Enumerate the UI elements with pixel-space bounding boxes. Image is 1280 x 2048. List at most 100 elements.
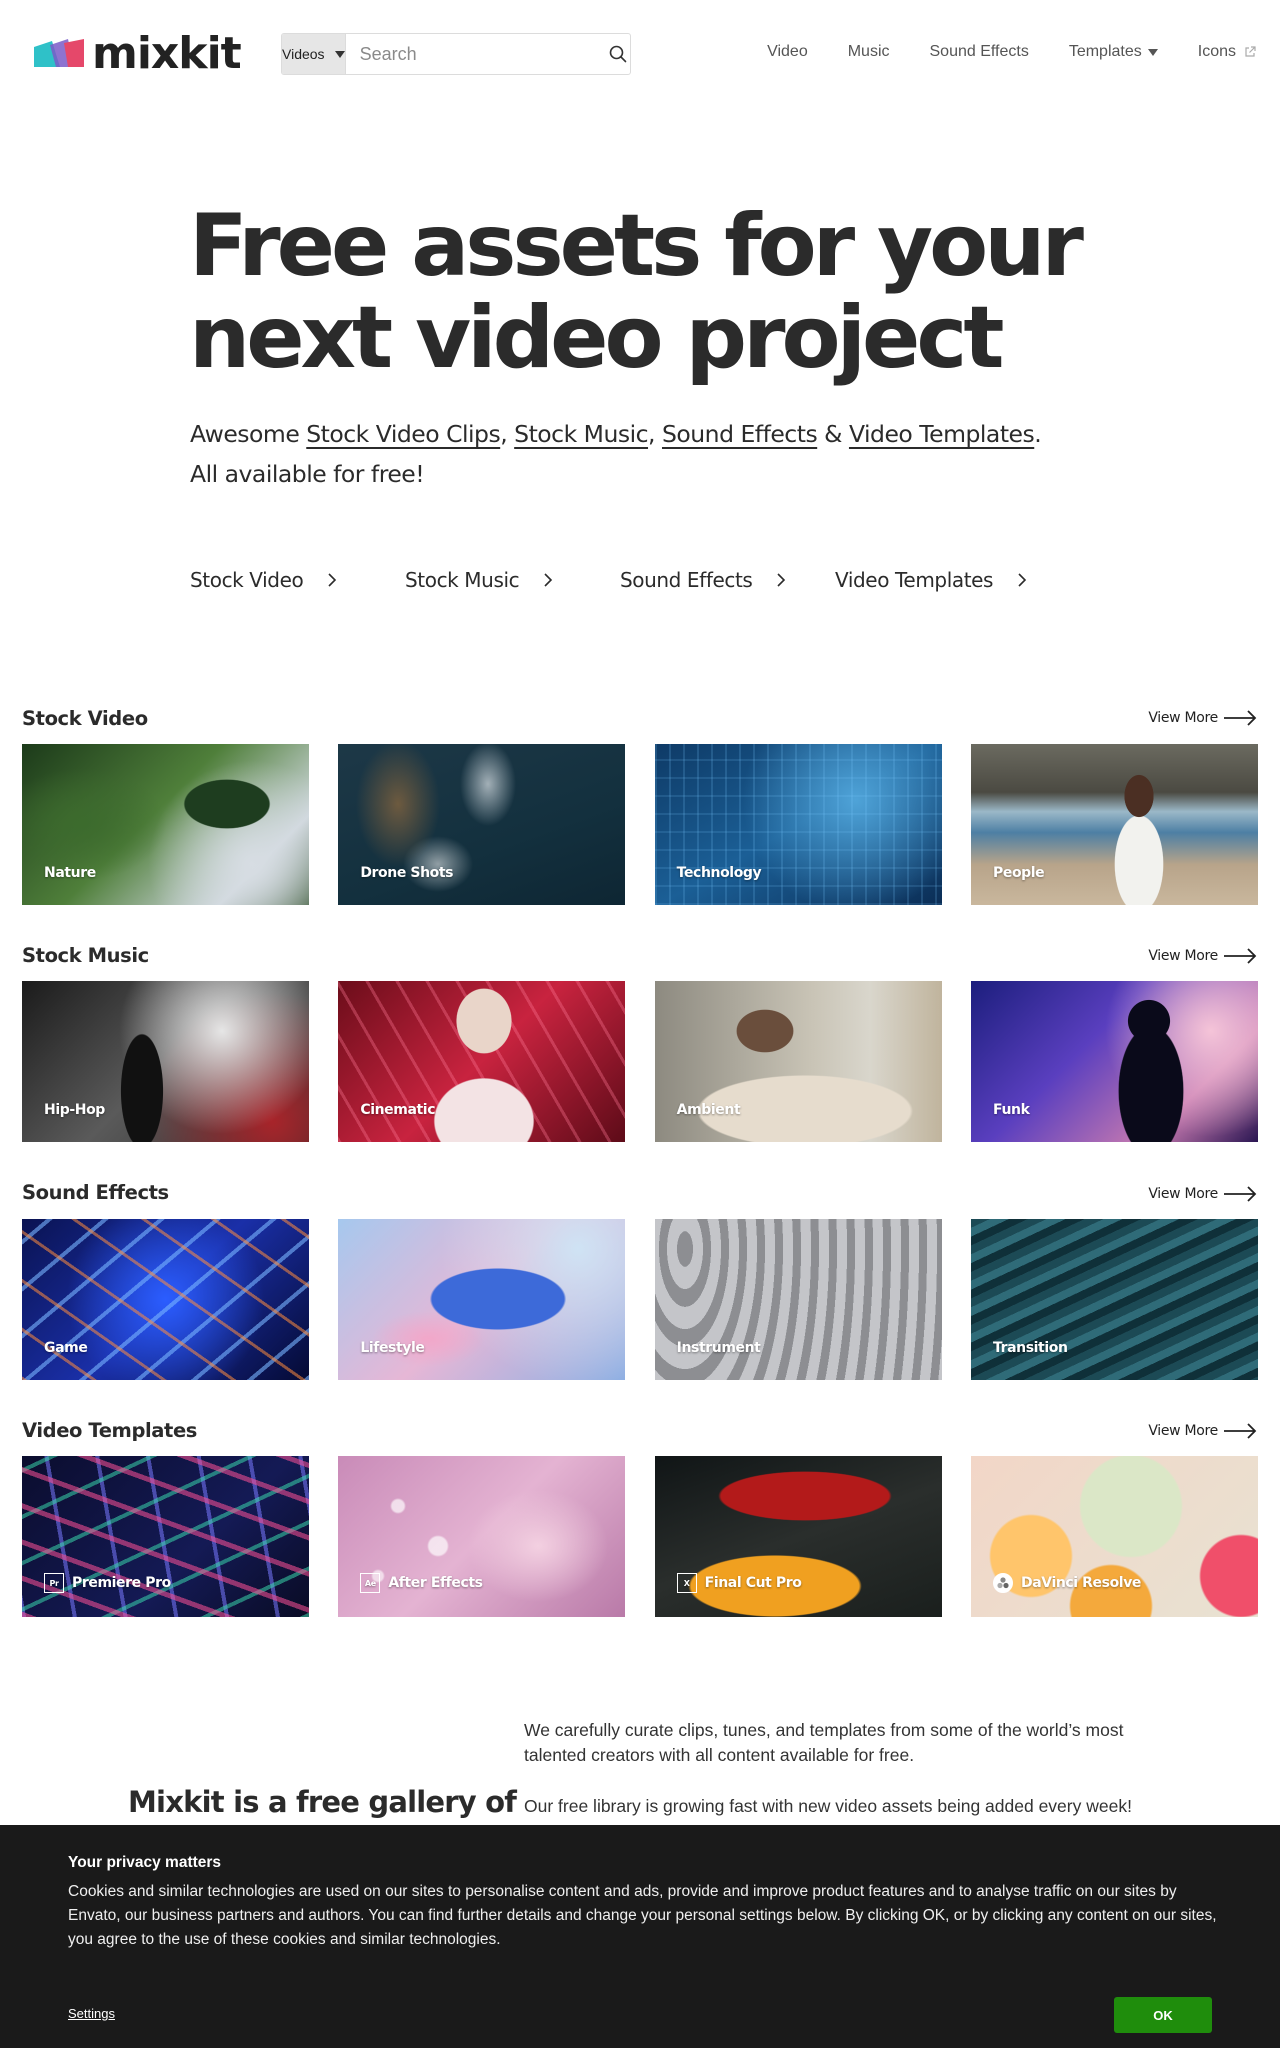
card-row-video-templates: Pr Premiere Pro Ae After Effects X Final… — [22, 1456, 1258, 1617]
nav-item-video[interactable]: Video — [767, 43, 808, 61]
category-card-nature[interactable]: Nature — [22, 744, 309, 905]
quicklink-stock-video[interactable]: Stock Video — [190, 568, 405, 592]
category-card-technology[interactable]: Technology — [654, 744, 942, 905]
nav-item-templates[interactable]: Templates — [1069, 43, 1158, 61]
hero-sub-prefix: Awesome — [190, 420, 307, 448]
quicklink-label: Stock Video — [190, 568, 304, 592]
hero-link-stock-music[interactable]: Stock Music — [514, 420, 648, 448]
nav-item-music[interactable]: Music — [848, 43, 890, 61]
quicklink-stock-music[interactable]: Stock Music — [405, 568, 620, 592]
about-heading: Mixkit is a free gallery of — [128, 1785, 517, 1819]
card-label: Drone Shots — [360, 865, 454, 881]
nav-item-sound-effects[interactable]: Sound Effects — [930, 43, 1029, 61]
card-label: Final Cut Pro — [704, 1575, 802, 1591]
cookie-banner-text: Cookies and similar technologies are use… — [68, 1883, 1217, 1948]
section-title-sound-effects: Sound Effects — [22, 1181, 169, 1204]
cookie-banner: Your privacy matters Cookies and similar… — [0, 1825, 1280, 2048]
card-label: Instrument — [676, 1340, 761, 1356]
category-card-funk[interactable]: Funk — [970, 981, 1258, 1142]
logo-mark-icon — [34, 39, 86, 69]
category-card-instrument[interactable]: Instrument — [654, 1219, 942, 1380]
card-label: DaVinci Resolve — [1020, 1575, 1142, 1591]
category-card-hip-hop[interactable]: Hip-Hop — [22, 981, 309, 1142]
card-label: Hip-Hop — [44, 1102, 105, 1118]
section-title-video-templates: Video Templates — [22, 1419, 198, 1442]
cookie-settings-link[interactable]: Settings — [68, 2006, 115, 2021]
quicklink-video-templates[interactable]: Video Templates — [835, 568, 1027, 592]
premiere-pro-icon: Pr — [44, 1573, 64, 1593]
card-label: People — [992, 865, 1045, 881]
card-label-group: X Final Cut Pro — [676, 1573, 802, 1593]
view-more-label: View More — [1148, 1423, 1218, 1439]
search-icon — [609, 45, 627, 63]
hero-sub-sep: , — [648, 420, 662, 448]
search-type-dropdown[interactable]: Videos — [282, 34, 346, 74]
section-title-stock-music: Stock Music — [22, 944, 149, 967]
view-more-video-templates[interactable]: View More — [1148, 1423, 1258, 1439]
hero-link-sound-effects[interactable]: Sound Effects — [662, 420, 818, 448]
card-label-group: Ae After Effects — [360, 1573, 483, 1593]
quicklink-sound-effects[interactable]: Sound Effects — [620, 568, 835, 592]
main-nav: Video Music Sound Effects Templates Icon… — [727, 43, 1256, 61]
hero-title: Free assets for your next video project — [189, 200, 1149, 384]
card-label: Cinematic — [360, 1102, 436, 1118]
external-link-icon — [1245, 46, 1256, 57]
arrow-right-icon — [1224, 1423, 1257, 1439]
view-more-sound-effects[interactable]: View More — [1148, 1186, 1258, 1202]
arrow-right-icon — [1224, 948, 1257, 964]
cookie-ok-button[interactable]: OK — [1114, 1997, 1212, 2033]
category-card-game[interactable]: Game — [22, 1219, 309, 1380]
hero-link-video-templates[interactable]: Video Templates — [849, 420, 1035, 448]
hero-title-line2: next video project — [189, 288, 1004, 388]
chevron-right-icon — [777, 573, 786, 587]
after-effects-icon: Ae — [360, 1573, 381, 1593]
nav-item-label: Music — [847, 43, 890, 60]
nav-item-label: Templates — [1068, 43, 1142, 60]
card-label: Nature — [44, 865, 96, 881]
about-paragraph: Our free library is growing fast with ne… — [524, 1796, 1132, 1816]
logo-text: mixkit — [92, 28, 242, 79]
category-card-transition[interactable]: Transition — [970, 1219, 1258, 1380]
category-card-final-cut-pro[interactable]: X Final Cut Pro — [654, 1456, 942, 1617]
view-more-label: View More — [1148, 1186, 1218, 1202]
category-card-cinematic[interactable]: Cinematic — [338, 981, 626, 1142]
search-button[interactable] — [606, 34, 630, 74]
view-more-label: View More — [1148, 710, 1218, 726]
card-label: Lifestyle — [360, 1340, 425, 1356]
chevron-right-icon — [544, 573, 553, 587]
view-more-label: View More — [1148, 948, 1218, 964]
view-more-stock-music[interactable]: View More — [1148, 948, 1258, 964]
card-label: Game — [44, 1340, 88, 1356]
category-card-ambient[interactable]: Ambient — [654, 981, 942, 1142]
nav-item-label: Icons — [1197, 43, 1236, 60]
category-card-drone-shots[interactable]: Drone Shots — [338, 744, 626, 905]
hero-sub-sep: . — [1034, 420, 1042, 448]
category-card-davinci-resolve[interactable]: DaVinci Resolve — [970, 1456, 1258, 1617]
card-row-sound-effects: Game Lifestyle Instrument Transition — [22, 1219, 1258, 1380]
cookie-banner-title: Your privacy matters — [68, 1854, 222, 1871]
nav-item-label: Video — [767, 43, 808, 60]
caret-down-icon — [1147, 48, 1158, 56]
hero-subtitle: Awesome Stock Video Clips, Stock Music, … — [190, 414, 1150, 494]
nav-item-label: Sound Effects — [929, 43, 1029, 60]
hero-sub-line2: All available for free! — [190, 460, 425, 488]
card-label: Technology — [676, 865, 762, 881]
quicklink-label: Sound Effects — [620, 568, 753, 592]
search-bar: Videos — [281, 33, 631, 75]
nav-item-icons[interactable]: Icons — [1198, 43, 1256, 61]
view-more-stock-video[interactable]: View More — [1148, 710, 1258, 726]
quicklinks: Stock Video Stock Music Sound Effects Vi… — [190, 568, 1027, 592]
search-type-label: Videos — [282, 46, 325, 62]
category-card-after-effects[interactable]: Ae After Effects — [338, 1456, 626, 1617]
category-card-people[interactable]: People — [970, 744, 1258, 905]
search-input[interactable] — [345, 34, 606, 74]
hero-link-stock-video-clips[interactable]: Stock Video Clips — [306, 420, 500, 448]
about-paragraph: We carefully curate clips, tunes, and te… — [524, 1720, 1124, 1765]
card-label: Premiere Pro — [72, 1575, 171, 1591]
caret-down-icon — [334, 50, 345, 58]
category-card-premiere-pro[interactable]: Pr Premiere Pro — [22, 1456, 309, 1617]
card-label-group: Pr Premiere Pro — [44, 1573, 171, 1593]
quicklink-label: Video Templates — [835, 568, 994, 592]
category-card-lifestyle[interactable]: Lifestyle — [338, 1219, 626, 1380]
mixkit-logo[interactable]: mixkit — [34, 26, 242, 82]
